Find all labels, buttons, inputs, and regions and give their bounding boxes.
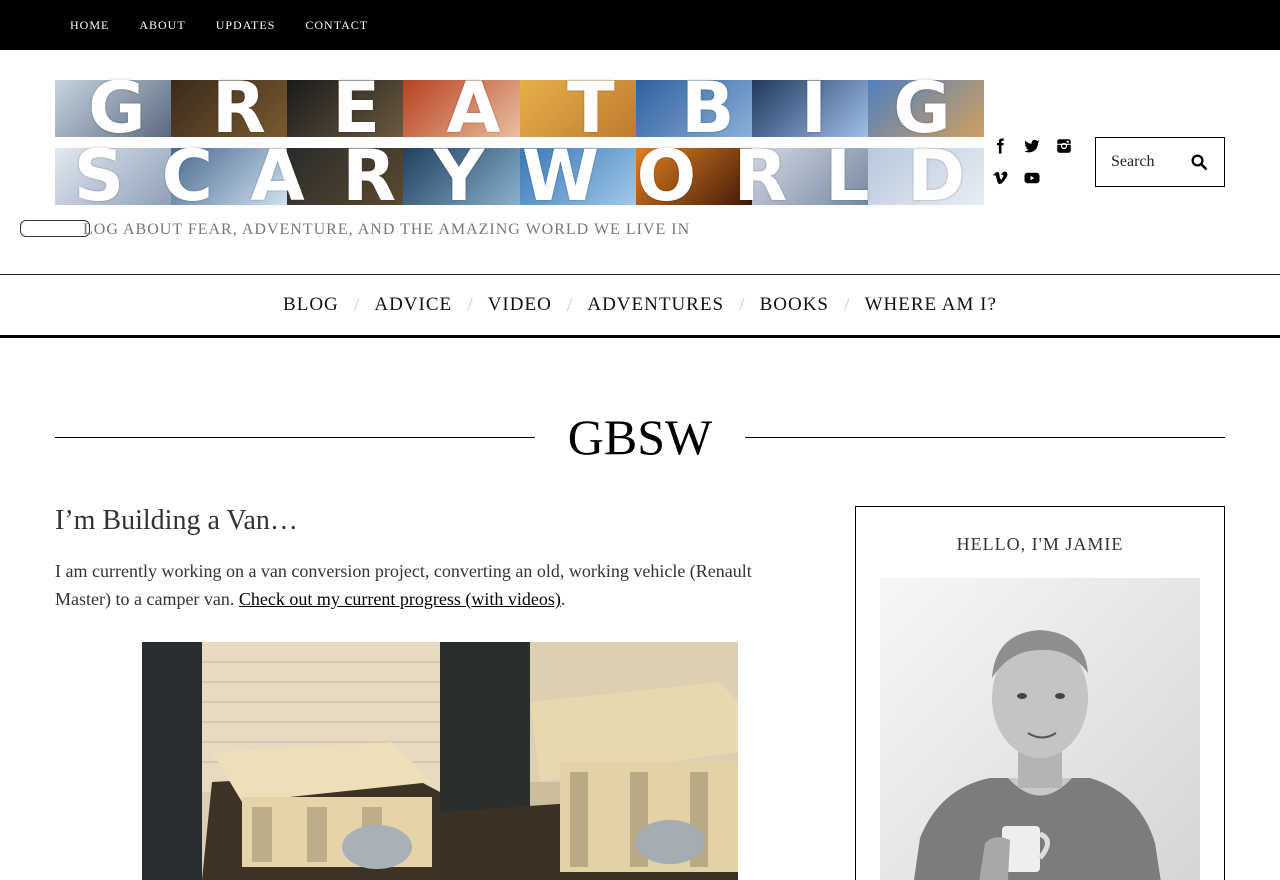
site-logo-banner[interactable]: GREATBIG SCARYWORLD bbox=[55, 67, 984, 217]
social-icons bbox=[988, 134, 1084, 194]
banner-line2-letter: S bbox=[73, 135, 125, 217]
main-nav: BLOG / ADVICE / VIDEO / ADVENTURES / BOOKS / … bbox=[0, 274, 1280, 338]
search-input[interactable] bbox=[1111, 153, 1196, 171]
search-box bbox=[1095, 137, 1225, 187]
main-nav-where-am-i[interactable]: WHERE AM I? bbox=[865, 294, 997, 316]
top-bar: HOME ABOUT UPDATES CONTACT bbox=[0, 0, 1280, 50]
vimeo-icon[interactable] bbox=[989, 167, 1011, 189]
banner-line2-letter: R bbox=[342, 135, 397, 217]
nav-separator: / bbox=[566, 293, 573, 316]
banner-line1-letter: T bbox=[567, 67, 615, 149]
heading-rule-left bbox=[55, 437, 535, 438]
top-nav-contact[interactable]: CONTACT bbox=[290, 18, 383, 33]
main-nav-blog[interactable]: BLOG bbox=[283, 294, 339, 316]
banner-line1-letter: G bbox=[88, 67, 146, 149]
banner-word-great-big: GREATBIG bbox=[55, 67, 984, 149]
banner-line2-letter: R bbox=[733, 135, 788, 217]
banner-line1-letter: I bbox=[800, 67, 827, 149]
banner-line2-letter: C bbox=[161, 135, 214, 217]
main-nav-books[interactable]: BOOKS bbox=[760, 294, 829, 316]
progress-link[interactable]: Check out my current progress (with vide… bbox=[239, 589, 561, 609]
banner-line2-letter: A bbox=[250, 135, 305, 217]
van-bed-photo-right bbox=[440, 642, 738, 880]
banner-line1-letter: B bbox=[681, 67, 735, 149]
facebook-icon[interactable] bbox=[989, 135, 1011, 157]
post-image-van-bed[interactable] bbox=[142, 642, 738, 880]
main-nav-advice[interactable]: ADVICE bbox=[374, 294, 452, 316]
nav-separator: / bbox=[739, 293, 745, 316]
banner-line2-letter: D bbox=[907, 135, 966, 217]
banner-line2-letter: Y bbox=[433, 135, 485, 217]
page-title: GBSW bbox=[567, 409, 713, 465]
search-icon[interactable] bbox=[1190, 153, 1208, 171]
nav-separator: / bbox=[844, 293, 850, 316]
tagline-overlay-pill bbox=[20, 220, 90, 237]
top-nav-home[interactable]: HOME bbox=[55, 18, 124, 33]
top-nav-updates[interactable]: UPDATES bbox=[201, 18, 291, 33]
twitter-icon[interactable] bbox=[1021, 135, 1043, 157]
top-nav: HOME ABOUT UPDATES CONTACT bbox=[55, 0, 383, 50]
heading-rule-right bbox=[745, 437, 1225, 438]
post-body-end: . bbox=[560, 589, 566, 609]
instagram-icon[interactable] bbox=[1053, 135, 1075, 157]
van-bed-photo-left bbox=[142, 642, 440, 880]
banner-word-scary-world: SCARYWORLD bbox=[55, 135, 984, 217]
sidebar-about-widget: HELLO, I'M JAMIE bbox=[855, 506, 1225, 880]
banner-line2-letter: O bbox=[636, 135, 697, 217]
banner-line2-letter: L bbox=[824, 135, 870, 217]
nav-separator: / bbox=[353, 293, 360, 316]
banner-line1-letter: E bbox=[332, 67, 381, 149]
youtube-icon[interactable] bbox=[1021, 167, 1043, 189]
post-body: I am currently working on a van conversi… bbox=[55, 557, 775, 613]
banner-line1-letter: R bbox=[212, 67, 266, 149]
site-tagline: LOG ABOUT FEAR, ADVENTURE, AND THE AMAZI… bbox=[83, 221, 691, 238]
post-title[interactable]: I’m Building a Van… bbox=[55, 505, 298, 537]
banner-line1-letter: G bbox=[893, 67, 951, 149]
banner-line1-letter: A bbox=[446, 67, 501, 149]
top-nav-about[interactable]: ABOUT bbox=[124, 18, 200, 33]
main-nav-video[interactable]: VIDEO bbox=[488, 294, 552, 316]
section-heading: GBSW bbox=[55, 410, 1225, 465]
nav-separator: / bbox=[467, 293, 473, 316]
author-photo bbox=[880, 578, 1200, 880]
main-nav-adventures[interactable]: ADVENTURES bbox=[587, 294, 724, 316]
banner-line2-letter: W bbox=[521, 135, 600, 217]
widget-title: HELLO, I'M JAMIE bbox=[956, 534, 1124, 554]
